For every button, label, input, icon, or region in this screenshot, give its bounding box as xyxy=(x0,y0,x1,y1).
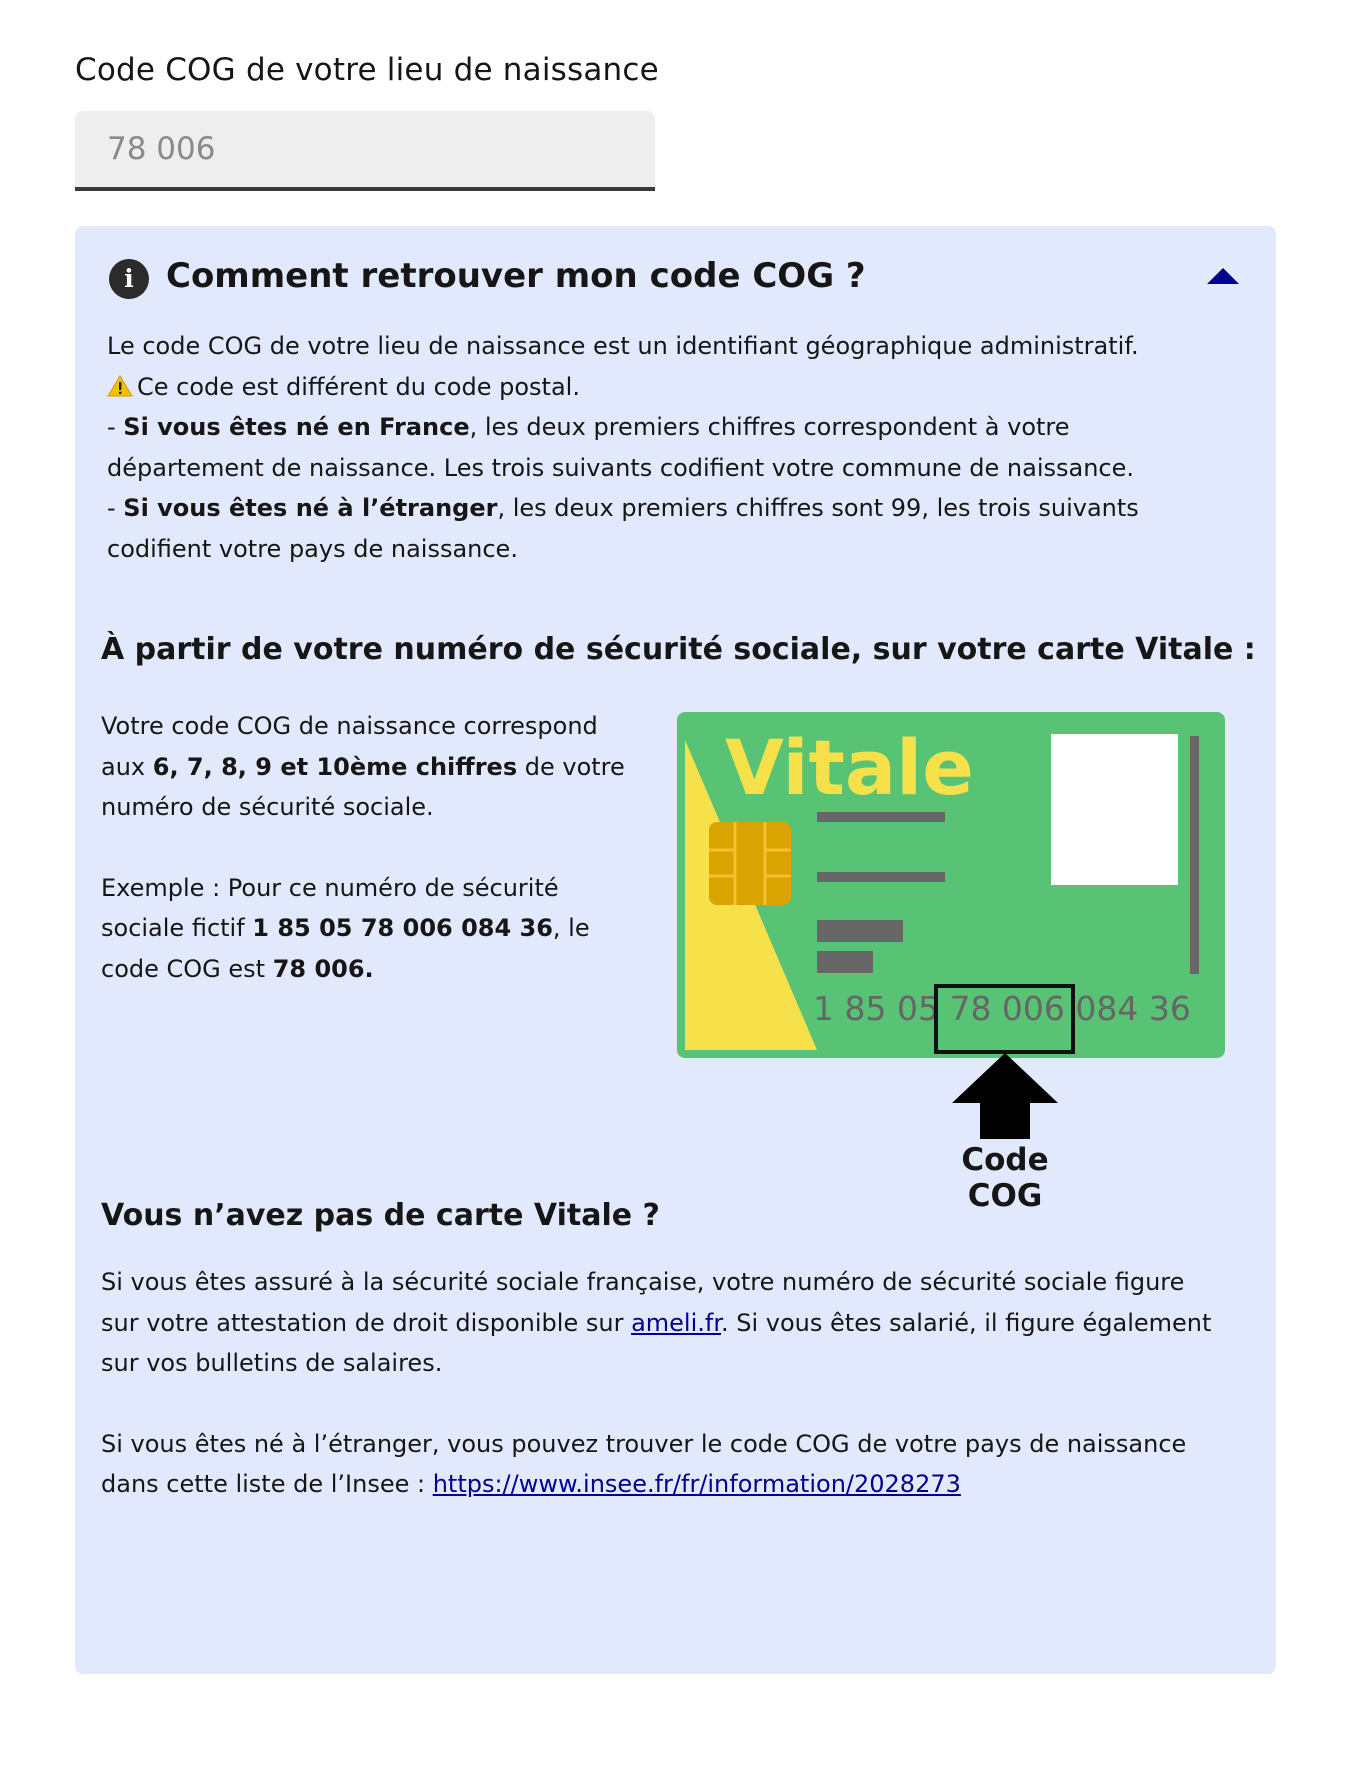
card-side-bar xyxy=(1190,736,1199,974)
cog-help-toggle[interactable]: i Comment retrouver mon code COG ? xyxy=(75,226,1276,336)
insee-paragraph: Si vous êtes né à l’étranger, vous pouve… xyxy=(101,1429,1187,1499)
warning-text: Ce code est différent du code postal. xyxy=(137,372,580,401)
insee-link[interactable]: https://www.insee.fr/fr/information/2028… xyxy=(433,1470,961,1498)
france-rule: - Si vous êtes né en France, les deux pr… xyxy=(107,413,1134,482)
france-rule-bold: Si vous êtes né en France xyxy=(123,413,470,441)
card-bar xyxy=(817,872,945,882)
card-bar xyxy=(817,812,945,822)
arrow-up-icon xyxy=(952,1053,1058,1139)
abroad-rule: - Si vous êtes né à l’étranger, les deux… xyxy=(107,494,1139,563)
info-icon: i xyxy=(109,259,149,299)
cog-help-panel: i Comment retrouver mon code COG ? Le co… xyxy=(75,226,1276,1674)
ameli-paragraph: Si vous êtes assuré à la sécurité social… xyxy=(101,1268,1212,1377)
card-number: 1 85 05 78 006 084 36 xyxy=(813,989,1191,1028)
example-text: Exemple : Pour ce numéro de sécurité soc… xyxy=(101,873,590,983)
card-photo-box xyxy=(1051,734,1178,885)
intro-text: Le code COG de votre lieu de naissance e… xyxy=(107,326,1227,569)
chip-icon xyxy=(709,822,791,905)
warning-line: Ce code est différent du code postal. xyxy=(107,367,1227,408)
page: Code COG de votre lieu de naissance i Co… xyxy=(0,0,1352,1766)
abroad-rule-bold: Si vous êtes né à l’étranger xyxy=(123,494,498,522)
card-brand: Vitale xyxy=(725,723,974,812)
ameli-link[interactable]: ameli.fr xyxy=(631,1309,721,1337)
cog-input[interactable] xyxy=(75,111,655,191)
cog-field-label: Code COG de votre lieu de naissance xyxy=(75,52,659,88)
card-bar xyxy=(817,951,873,973)
no-vitale-text: Si vous êtes assuré à la sécurité social… xyxy=(101,1262,1221,1545)
no-vitale-heading: Vous n’avez pas de carte Vitale ? xyxy=(101,1198,660,1233)
panel-title: Comment retrouver mon code COG ? xyxy=(166,256,866,296)
vitale-explanation: Votre code COG de naissance correspond a… xyxy=(101,706,641,1029)
vitale-heading: À partir de votre numéro de sécurité soc… xyxy=(101,632,1256,667)
vitale-card-illustration: Vitale 1 85 05 78 006 084 36 xyxy=(677,712,1225,1058)
chevron-up-icon[interactable] xyxy=(1207,268,1239,284)
card-bar xyxy=(817,920,903,942)
intro-line: Le code COG de votre lieu de naissance e… xyxy=(107,332,1139,360)
cog-position-text: Votre code COG de naissance correspond a… xyxy=(101,712,625,821)
warning-icon xyxy=(107,374,133,396)
cog-arrow-label: Code COG xyxy=(961,1142,1049,1214)
